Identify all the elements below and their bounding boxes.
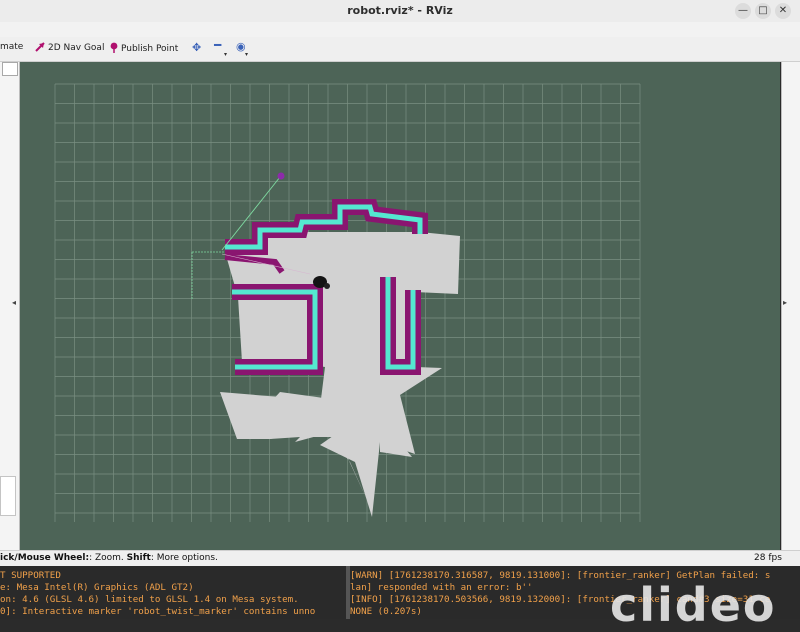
tools-toolbar: mate 2D Nav Goal Publish Point ✥ ━ ▾ ◉ ▾ <box>0 37 800 62</box>
collapse-left-icon[interactable]: ◂ <box>12 298 16 307</box>
tool-publish-point-label: Publish Point <box>121 44 179 54</box>
displays-properties[interactable] <box>0 476 16 516</box>
close-button[interactable]: ✕ <box>775 3 791 19</box>
terminal-left-line: on: 4.6 (GLSL 4.6) limited to GLSL 1.4 o… <box>0 594 299 605</box>
tool-2d-nav-goal-label: 2D Nav Goal <box>48 43 105 53</box>
minus-icon[interactable]: ━ <box>214 38 221 52</box>
map-canvas[interactable] <box>20 62 780 550</box>
tool-partial[interactable]: mate <box>0 42 23 52</box>
plus-move-icon[interactable]: ✥ <box>192 41 201 54</box>
terminal-right-line: lan] responded with an error: b'' <box>350 582 533 593</box>
nav-arrow-icon <box>35 42 45 52</box>
displays-panel[interactable] <box>0 62 20 550</box>
render-view[interactable] <box>20 62 780 550</box>
terminal-left-line: 0]: Interactive marker 'robot_twist_mark… <box>0 606 316 617</box>
menu-strip <box>0 22 800 37</box>
title-bar: robot.rviz* - RViz — □ ✕ <box>0 0 800 23</box>
status-bar: ick/Mouse Wheel:: Zoom. Shift: More opti… <box>0 550 800 567</box>
terminal-left-line: e: Mesa Intel(R) Graphics (ADL GT2) <box>0 582 194 593</box>
terminal-left-line: T SUPPORTED <box>0 570 61 581</box>
marker-handle <box>277 172 285 180</box>
status-hint-bold: ick/Mouse Wheel: <box>0 553 90 563</box>
map-pin-icon <box>110 42 118 53</box>
window-title: robot.rviz* - RViz <box>347 4 453 17</box>
status-hint-shift: Shift <box>126 553 151 563</box>
terminal-left[interactable]: T SUPPORTED e: Mesa Intel(R) Graphics (A… <box>0 566 346 619</box>
watermark-logo: clideo <box>610 578 777 632</box>
status-hint-rest: : Zoom. <box>89 553 127 563</box>
view-dropdown-icon[interactable]: ▾ <box>245 51 248 58</box>
minimize-button[interactable]: — <box>735 3 751 19</box>
tool-2d-nav-goal[interactable]: 2D Nav Goal <box>35 42 104 53</box>
collapse-right-icon[interactable]: ▸ <box>783 298 787 307</box>
robot-wheel <box>324 283 330 289</box>
displays-tree[interactable] <box>2 62 18 76</box>
status-hint: ick/Mouse Wheel:: Zoom. Shift: More opti… <box>0 553 218 563</box>
terminal-right-line: NONE (0.207s) <box>350 606 422 617</box>
status-hint-tail: : More options. <box>150 553 218 563</box>
fps-counter: 28 fps <box>754 553 782 563</box>
minus-dropdown-icon[interactable]: ▾ <box>224 51 227 58</box>
maximize-button[interactable]: □ <box>755 3 771 19</box>
tool-publish-point[interactable]: Publish Point <box>110 42 178 54</box>
